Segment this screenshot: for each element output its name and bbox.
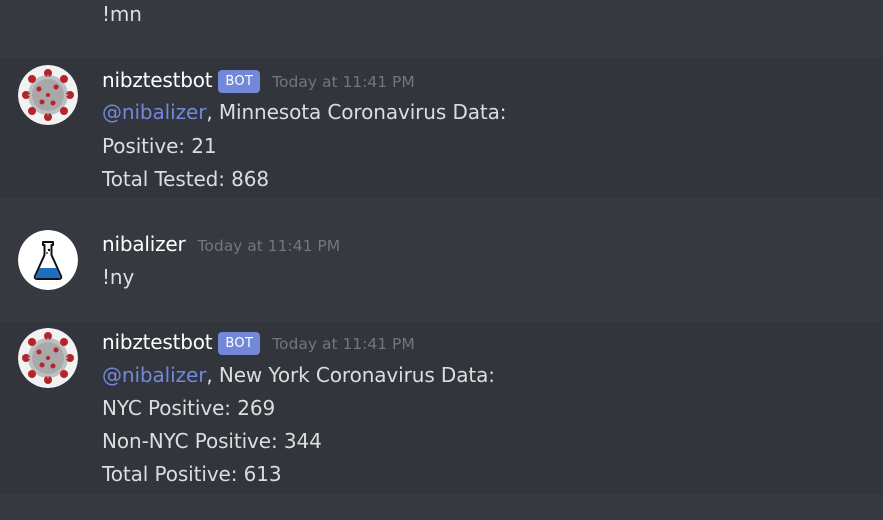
message-timestamp[interactable]: Today at 11:41 PM xyxy=(272,335,415,353)
message-text: NYC Positive: 269 xyxy=(102,396,276,420)
message-text: !ny xyxy=(102,265,135,289)
author-name[interactable]: nibztestbot xyxy=(102,330,213,354)
message-text: @nibalizer, Minnesota Coronavirus Data: xyxy=(102,100,507,124)
message-header: nibztestbot BOT Today at 11:41 PM xyxy=(102,68,415,94)
message-text: Positive: 21 xyxy=(102,134,217,158)
coronavirus-avatar-icon[interactable] xyxy=(18,65,78,125)
message-timestamp[interactable]: Today at 11:41 PM xyxy=(198,237,341,255)
message-user-ny: nibalizer Today at 11:41 PM !ny xyxy=(0,198,883,322)
message-text-rest: , Minnesota Coronavirus Data: xyxy=(206,100,507,124)
message-continuation: !mn xyxy=(0,0,883,58)
message-text: @nibalizer, New York Coronavirus Data: xyxy=(102,363,495,387)
coronavirus-avatar-icon[interactable] xyxy=(18,328,78,388)
user-mention[interactable]: @nibalizer xyxy=(102,363,206,387)
message-text: !mn xyxy=(102,2,142,26)
author-name[interactable]: nibztestbot xyxy=(102,68,213,92)
message-text: Total Tested: 868 xyxy=(102,167,270,191)
erlenmeyer-flask-avatar-icon[interactable] xyxy=(18,230,78,290)
message-bot-newyork: nibztestbot BOT Today at 11:41 PM @nibal… xyxy=(0,322,883,494)
message-header: nibztestbot BOT Today at 11:41 PM xyxy=(102,330,415,356)
message-text-rest: , New York Coronavirus Data: xyxy=(206,363,495,387)
bot-badge: BOT xyxy=(218,70,261,93)
message-header: nibalizer Today at 11:41 PM xyxy=(102,232,340,258)
message-list-bottom xyxy=(0,494,883,520)
message-text: Total Positive: 613 xyxy=(102,462,282,486)
user-mention[interactable]: @nibalizer xyxy=(102,100,206,124)
bot-badge: BOT xyxy=(218,332,261,355)
message-text: Non-NYC Positive: 344 xyxy=(102,429,322,453)
message-bot-minnesota: nibztestbot BOT Today at 11:41 PM @nibal… xyxy=(0,58,883,198)
author-name[interactable]: nibalizer xyxy=(102,232,186,256)
message-timestamp[interactable]: Today at 11:41 PM xyxy=(272,73,415,91)
